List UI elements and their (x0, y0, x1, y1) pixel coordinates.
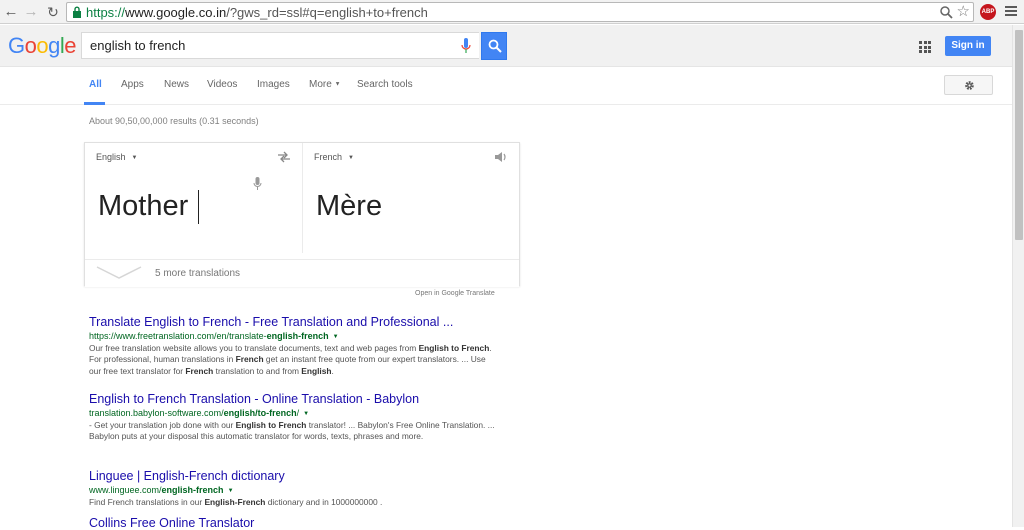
logo-letter: e (64, 33, 77, 58)
tab-videos[interactable]: Videos (207, 79, 237, 90)
tab-more[interactable]: More ▼ (309, 79, 341, 90)
adblock-icon[interactable]: ABP (980, 4, 996, 20)
snippet-match: English (301, 365, 332, 376)
search-input[interactable] (90, 38, 450, 53)
result-title-link[interactable]: Linguee | English-French dictionary (89, 469, 509, 483)
result-url-prefix: https://www.freetranslation.com/en/trans… (89, 331, 267, 341)
zoom-icon[interactable] (939, 5, 953, 19)
speaker-icon[interactable] (494, 151, 508, 163)
reload-icon[interactable]: ↻ (44, 3, 62, 21)
more-translations-link[interactable]: 5 more translations (155, 268, 240, 279)
target-language-select[interactable]: French ▼ (314, 152, 354, 162)
microphone-icon[interactable] (253, 177, 262, 191)
result-snippet: Our free translation website allows you … (89, 343, 499, 377)
url-host: www.google.co.in (125, 5, 227, 20)
search-button[interactable] (481, 32, 507, 60)
page-scrollbar[interactable] (1012, 25, 1024, 527)
result-snippet: Find French translations in our English-… (89, 497, 499, 508)
tab-apps[interactable]: Apps (121, 79, 144, 90)
bookmark-star-icon[interactable]: ☆ (957, 3, 970, 21)
scrollbar-thumb[interactable] (1015, 30, 1023, 240)
result-title-link[interactable]: English to French Translation - Online T… (89, 392, 509, 406)
result-url[interactable]: www.linguee.com/english-french ▼ (89, 485, 509, 495)
result-title-link[interactable]: Collins Free Online Translator (89, 516, 509, 530)
tab-news[interactable]: News (164, 79, 189, 90)
result-url-match: english-french (161, 485, 224, 495)
translate-widget: English ▼ French ▼ Mother Mère 5 more tran… (84, 142, 520, 287)
result-url[interactable]: https://www.freetranslation.com/en/trans… (89, 331, 509, 341)
snippet-match: English to French (235, 420, 307, 430)
tab-more-label: More (309, 79, 332, 90)
search-result: Linguee | English-French dictionary www.… (89, 469, 509, 508)
result-url-suffix: / (296, 408, 300, 418)
snippet-text: - Get your translation job done with our (89, 420, 236, 430)
source-language-select[interactable]: English ▼ (96, 152, 137, 162)
search-result: English to French Translation - Online T… (89, 392, 509, 443)
logo-letter: g (48, 33, 60, 58)
logo-letter: o (24, 33, 37, 58)
source-text-input[interactable]: Mother (98, 190, 188, 223)
sign-in-button[interactable]: Sign in (945, 36, 991, 56)
caret-down-icon: ▼ (334, 81, 341, 88)
url-scheme: https:// (86, 5, 126, 20)
result-url-prefix: translation.babylon-software.com/ (89, 408, 224, 418)
google-logo[interactable]: Google (8, 33, 77, 59)
url-text[interactable]: https://www.google.co.in/?gws_rd=ssl#q=e… (86, 5, 428, 20)
snippet-match: English to French (418, 343, 490, 353)
address-bar[interactable]: https://www.google.co.in/?gws_rd=ssl#q=e… (66, 2, 974, 22)
snippet-text: . (331, 365, 334, 376)
tab-images[interactable]: Images (257, 79, 290, 90)
forward-arrow-icon[interactable]: → (22, 3, 40, 21)
snippet-text: translation to and from (213, 365, 302, 376)
result-url-match: english-french (266, 331, 329, 341)
snippet-text: dictionary and in 1000000000 . (265, 497, 383, 507)
browser-toolbar: ← → ↻ https://www.google.co.in/?gws_rd=s… (0, 0, 1024, 24)
snippet-text: Our free translation website allows you … (89, 343, 419, 353)
more-translations-row[interactable]: 5 more translations (85, 259, 519, 287)
microphone-icon[interactable] (461, 38, 471, 54)
tab-search-tools[interactable]: Search tools (357, 79, 413, 90)
search-result: Translate English to French - Free Trans… (89, 315, 509, 377)
snippet-match: French (185, 365, 214, 376)
swap-languages-icon[interactable] (277, 151, 291, 163)
translate-divider (302, 143, 303, 253)
result-stats: About 90,50,00,000 results (0.31 seconds… (89, 116, 259, 126)
apps-grid-icon[interactable] (919, 41, 931, 53)
caret-down-icon: ▼ (131, 154, 138, 161)
result-url-match: english/to-french (223, 408, 297, 418)
snippet-text: Find French translations in our (89, 497, 205, 507)
tab-all[interactable]: All (89, 79, 102, 90)
search-result: Collins Free Online Translator (89, 516, 509, 530)
url-path: /?gws_rd=ssl#q=english+to+french (226, 5, 428, 20)
gear-icon (965, 81, 974, 90)
logo-letter: o (36, 33, 49, 58)
snippet-match: English-French (204, 497, 266, 507)
search-box[interactable] (81, 32, 479, 59)
lock-icon (73, 6, 81, 18)
result-url[interactable]: translation.babylon-software.com/english… (89, 408, 509, 418)
search-tabs: All Apps News Videos Images More ▼ Searc… (0, 67, 1012, 105)
search-icon (488, 39, 502, 53)
result-snippet: - Get your translation job done with our… (89, 420, 499, 443)
logo-letter: G (8, 33, 25, 58)
result-title-link[interactable]: Translate English to French - Free Trans… (89, 315, 509, 329)
settings-button[interactable] (944, 75, 993, 95)
expand-chevron-icon[interactable] (96, 266, 142, 280)
caret-down-icon[interactable]: ▼ (228, 488, 234, 494)
result-url-prefix: www.linguee.com/ (89, 485, 162, 495)
browser-menu-icon[interactable] (1004, 4, 1018, 20)
back-arrow-icon[interactable]: ← (2, 3, 20, 21)
snippet-match: French (235, 354, 264, 365)
caret-down-icon[interactable]: ▼ (333, 334, 339, 340)
caret-down-icon: ▼ (348, 154, 354, 161)
open-google-translate-link[interactable]: Open in Google Translate (415, 290, 495, 297)
active-tab-indicator (84, 102, 105, 105)
text-cursor (198, 190, 199, 224)
target-language-label: French (314, 152, 343, 162)
caret-down-icon[interactable]: ▼ (303, 411, 309, 417)
translated-text: Mère (316, 190, 383, 222)
source-language-label: English (96, 152, 126, 162)
